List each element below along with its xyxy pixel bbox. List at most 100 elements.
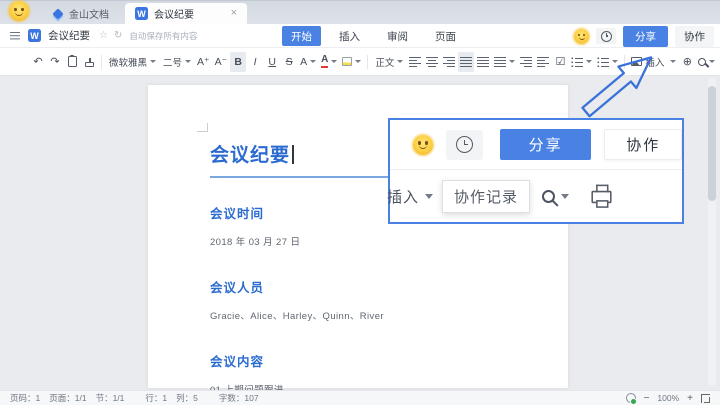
insert-picture-button[interactable]: 插入	[629, 52, 678, 72]
tab-page[interactable]: 页面	[426, 26, 465, 46]
hamburger-menu-icon[interactable]	[10, 31, 20, 34]
sun-smiley-icon	[413, 134, 433, 155]
highlight-button[interactable]	[340, 52, 363, 72]
chevron-down-icon	[612, 60, 619, 63]
brush-icon	[84, 57, 94, 67]
font-family-select[interactable]: 微软雅黑	[106, 55, 159, 69]
italic-button[interactable]: I	[247, 52, 263, 72]
increase-font-button[interactable]: A⁺	[195, 52, 212, 72]
paste-button[interactable]	[64, 52, 80, 72]
align-right-button[interactable]	[441, 52, 457, 72]
line-info: 行：1	[145, 393, 168, 403]
writer-logo-icon[interactable]: W	[28, 29, 41, 42]
shading-icon	[494, 56, 507, 67]
bold-button[interactable]: B	[230, 51, 247, 72]
vertical-scrollbar[interactable]	[708, 78, 716, 386]
paragraph-style-select[interactable]: 正文	[372, 55, 406, 69]
tab-kdocs-home[interactable]: 金山文档	[43, 3, 119, 24]
numbered-list-button[interactable]	[595, 52, 620, 72]
doc-title-text: 会议纪要	[210, 145, 291, 166]
decrease-font-button[interactable]: A⁻	[213, 52, 230, 72]
doc-section-heading: 会议人员	[210, 281, 265, 295]
undo-button[interactable]: ↶	[30, 52, 46, 72]
redo-button[interactable]: ↷	[47, 52, 63, 72]
collab-button[interactable]: 协作	[675, 25, 714, 47]
wps-writer-app: 金山文档 W 会议纪要 × W 会议纪要 ☆ ↻ 自动保存所有内容 开始 插入 …	[0, 0, 720, 405]
printer-icon-large	[591, 184, 612, 208]
font-family-value: 微软雅黑	[109, 57, 148, 69]
text-effects-button[interactable]: A	[298, 52, 318, 72]
chevron-down-icon	[586, 60, 593, 63]
history-button[interactable]	[596, 28, 616, 44]
chevron-down-icon	[150, 60, 157, 63]
bullet-list-icon	[571, 56, 584, 67]
doc-paragraph: 2018 年 03 月 27 日	[210, 237, 301, 248]
callout-bottom-row: 插入 协作记录	[387, 170, 682, 222]
indent-decrease-button[interactable]	[518, 52, 534, 72]
clock-icon	[600, 30, 612, 42]
clock-icon	[455, 136, 473, 153]
collab-button-large[interactable]: 协作	[604, 129, 682, 160]
indent-increase-button[interactable]	[535, 52, 551, 72]
align-left-button[interactable]	[407, 52, 423, 72]
margin-corner-marker	[197, 123, 208, 132]
justify-button[interactable]	[458, 51, 475, 72]
zoom-out-button[interactable]: −	[644, 393, 650, 404]
font-color-button[interactable]: A	[319, 52, 339, 72]
status-bar-right: − 100% +	[625, 393, 710, 405]
chevron-down-icon	[509, 60, 516, 63]
close-icon[interactable]: ×	[231, 8, 237, 19]
clipboard-icon	[67, 54, 77, 67]
zoom-level: 100%	[657, 393, 680, 403]
zoom-in-button[interactable]: +	[687, 393, 693, 404]
doc-paragraph: Gracie、Alice、Harley、Quinn、River	[210, 311, 384, 322]
share-button-large[interactable]: 分享	[499, 129, 592, 160]
checkbox-button[interactable]: ☑	[552, 52, 568, 72]
text-effects-icon: A	[300, 55, 308, 68]
underline-button[interactable]: U	[264, 52, 280, 72]
fullscreen-icon[interactable]	[701, 393, 710, 403]
font-size-select[interactable]: 二号	[160, 55, 194, 69]
tab-review[interactable]: 审阅	[378, 26, 417, 46]
magnifier-callout: 分享 协作 插入 协作记录	[387, 118, 684, 224]
align-center-button[interactable]	[424, 52, 440, 72]
divider	[101, 54, 102, 69]
sun-smiley-sticker-icon	[9, 1, 29, 21]
shading-button[interactable]	[492, 52, 517, 72]
formatting-toolbar: ↶ ↷ 微软雅黑 二号 A⁺ A⁻ B I U S A A 正文 ☑ 插入 ⊕	[0, 48, 720, 76]
page-count: 页面：1/1	[49, 393, 87, 403]
search-button[interactable]	[696, 52, 717, 72]
favorite-star-icon[interactable]: ☆	[99, 30, 108, 41]
autosave-sync-icon: ↻	[113, 30, 123, 41]
document-title: 会议纪要	[48, 30, 90, 42]
line-spacing-icon	[477, 56, 490, 67]
word-count: 字数：107	[218, 393, 259, 403]
section-info: 节：1/1	[95, 393, 125, 403]
font-size-value: 二号	[163, 57, 183, 69]
sun-smiley-icon[interactable]	[574, 28, 589, 44]
page-number: 页码：1	[10, 393, 41, 403]
tab-document-active[interactable]: W 会议纪要 ×	[125, 3, 247, 24]
collab-history-tooltip: 协作记录	[442, 179, 531, 213]
eye-protection-icon[interactable]	[625, 393, 638, 405]
scrollbar-thumb[interactable]	[708, 86, 716, 201]
history-button-large[interactable]	[446, 129, 483, 160]
chevron-down-icon	[397, 60, 404, 63]
chevron-down-icon	[561, 193, 570, 199]
share-button[interactable]: 分享	[623, 25, 668, 47]
tab-home[interactable]: 开始	[282, 26, 321, 46]
tab-insert[interactable]: 插入	[330, 26, 369, 46]
search-icon-large	[542, 189, 556, 203]
column-info: 列：5	[176, 393, 198, 403]
align-center-icon	[426, 56, 439, 67]
strikethrough-button[interactable]: S	[281, 52, 297, 72]
callout-top-row: 分享 协作	[390, 120, 682, 170]
align-right-icon	[443, 56, 456, 67]
text-cursor	[292, 145, 294, 164]
bullet-list-button[interactable]	[569, 52, 594, 72]
format-painter-button[interactable]	[81, 52, 97, 72]
line-spacing-button[interactable]	[475, 52, 491, 72]
highlight-icon	[342, 57, 353, 66]
status-bar: 页码：1 页面：1/1 节：1/1 行：1 列：5 字数：107 − 100% …	[0, 390, 720, 405]
more-tools-button[interactable]: ⊕	[679, 52, 695, 72]
